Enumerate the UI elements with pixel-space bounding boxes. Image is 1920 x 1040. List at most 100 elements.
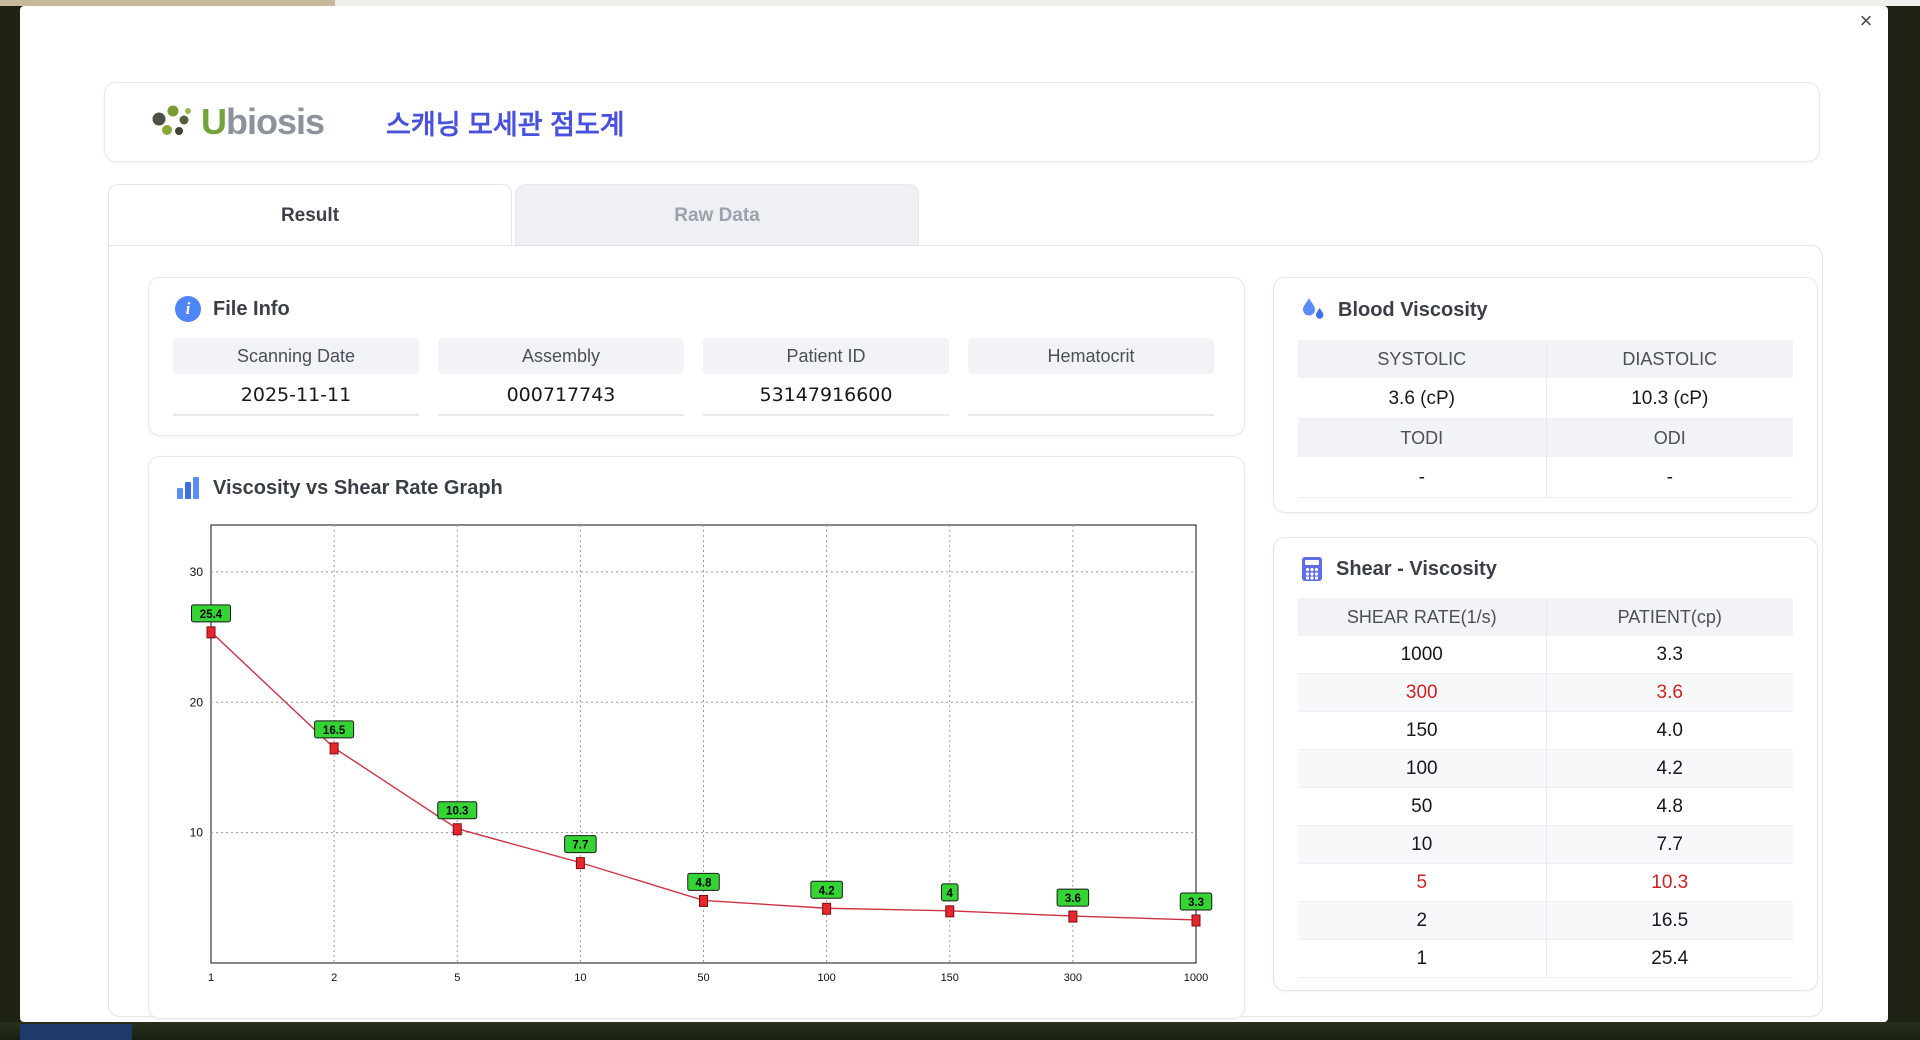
odi-value: - bbox=[1545, 457, 1793, 498]
table-row: 2 16.5 bbox=[1298, 902, 1793, 940]
svg-text:25.4: 25.4 bbox=[200, 609, 223, 621]
table-row: 5 10.3 bbox=[1298, 864, 1793, 902]
brand-text: biosis bbox=[226, 101, 325, 142]
file-info-title: File Info bbox=[213, 297, 290, 320]
patient-cell: 4.2 bbox=[1545, 750, 1793, 788]
systolic-value: 3.6 (cP) bbox=[1298, 378, 1546, 419]
droplet-icon bbox=[1303, 298, 1324, 319]
column-header: TODI bbox=[1298, 419, 1546, 457]
right-column: Blood Viscosity SYSTOLIC DIASTOLIC 3.6 (… bbox=[1273, 277, 1818, 1016]
svg-text:1000: 1000 bbox=[1184, 972, 1208, 984]
app-window: × Ubiosis 스캐닝 모세관 점도계 Result Raw Data i … bbox=[20, 6, 1888, 1022]
field-label: Hematocrit bbox=[968, 338, 1214, 374]
brand-logo: Ubiosis bbox=[149, 101, 325, 143]
table-row: 100 4.2 bbox=[1298, 750, 1793, 788]
desktop-wallpaper bbox=[0, 1022, 1920, 1040]
shear-rate-cell: 50 bbox=[1298, 788, 1546, 826]
table-row: 3.6 (cP) 10.3 (cP) bbox=[1298, 378, 1793, 419]
field-label: Assembly bbox=[438, 338, 684, 374]
patient-cell: 7.7 bbox=[1545, 826, 1793, 864]
svg-text:10.3: 10.3 bbox=[446, 806, 468, 818]
shear-rate-cell: 5 bbox=[1298, 864, 1546, 902]
table-row: 300 3.6 bbox=[1298, 674, 1793, 712]
blood-viscosity-title: Blood Viscosity bbox=[1338, 298, 1488, 321]
shear-rate-cell: 2 bbox=[1298, 902, 1546, 940]
file-info-card: i File Info Scanning Date 2025-11-11 Ass… bbox=[148, 277, 1245, 436]
graph-title: Viscosity vs Shear Rate Graph bbox=[213, 476, 503, 499]
column-header: SYSTOLIC bbox=[1298, 340, 1546, 378]
svg-text:20: 20 bbox=[190, 695, 204, 709]
patient-cell: 10.3 bbox=[1545, 864, 1793, 902]
field-value: 000717743 bbox=[438, 374, 684, 416]
patient-cell: 4.8 bbox=[1545, 788, 1793, 826]
table-row: 50 4.8 bbox=[1298, 788, 1793, 826]
app-header: Ubiosis 스캐닝 모세관 점도계 bbox=[104, 82, 1820, 162]
svg-text:3.6: 3.6 bbox=[1065, 893, 1081, 905]
svg-text:4: 4 bbox=[947, 888, 954, 900]
svg-text:50: 50 bbox=[697, 972, 709, 984]
svg-text:100: 100 bbox=[817, 972, 835, 984]
column-header-shear-rate: SHEAR RATE(1/s) bbox=[1298, 598, 1546, 636]
file-info-fields: Scanning Date 2025-11-11 Assembly 000717… bbox=[173, 338, 1244, 416]
shear-rate-cell: 1000 bbox=[1298, 636, 1546, 674]
table-header-row: SYSTOLIC DIASTOLIC bbox=[1298, 340, 1793, 378]
svg-text:5: 5 bbox=[454, 972, 460, 984]
field-scanning-date: Scanning Date 2025-11-11 bbox=[173, 338, 419, 416]
svg-text:1: 1 bbox=[208, 972, 214, 984]
svg-text:10: 10 bbox=[574, 972, 586, 984]
close-icon[interactable]: × bbox=[1852, 8, 1880, 34]
patient-cell: 3.3 bbox=[1545, 636, 1793, 674]
svg-text:4.2: 4.2 bbox=[819, 885, 835, 897]
table-header-row: TODI ODI bbox=[1298, 419, 1793, 457]
shear-rate-cell: 300 bbox=[1298, 674, 1546, 712]
left-column: i File Info Scanning Date 2025-11-11 Ass… bbox=[148, 277, 1245, 1019]
svg-text:150: 150 bbox=[941, 972, 959, 984]
shear-rate-cell: 100 bbox=[1298, 750, 1546, 788]
column-header-patient: PATIENT(cp) bbox=[1545, 598, 1793, 636]
shear-viscosity-table: SHEAR RATE(1/s) PATIENT(cp) 1000 3.3 300… bbox=[1298, 598, 1793, 978]
viscosity-chart: 10 20 30 1 2 5 10 50 100 150 300 1000 25.4 16.5 10.3 7.… bbox=[190, 524, 1213, 984]
todi-value: - bbox=[1298, 457, 1546, 498]
svg-text:30: 30 bbox=[190, 565, 204, 579]
table-row: 1000 3.3 bbox=[1298, 636, 1793, 674]
graph-card: Viscosity vs Shear Rate Graph 10 20 30 1 2 5 1… bbox=[148, 456, 1245, 1019]
tab-raw-data[interactable]: Raw Data bbox=[515, 184, 919, 245]
field-label: Patient ID bbox=[703, 338, 949, 374]
tab-result[interactable]: Result bbox=[108, 184, 512, 245]
tab-bar: Result Raw Data bbox=[108, 184, 1888, 245]
blood-viscosity-table: SYSTOLIC DIASTOLIC 3.6 (cP) 10.3 (cP) TO… bbox=[1298, 340, 1793, 498]
svg-text:10: 10 bbox=[190, 826, 204, 840]
blood-viscosity-card: Blood Viscosity SYSTOLIC DIASTOLIC 3.6 (… bbox=[1273, 277, 1818, 513]
column-header: DIASTOLIC bbox=[1545, 340, 1793, 378]
table-row: 150 4.0 bbox=[1298, 712, 1793, 750]
patient-cell: 3.6 bbox=[1545, 674, 1793, 712]
patient-cell: 4.0 bbox=[1545, 712, 1793, 750]
field-value: 2025-11-11 bbox=[173, 374, 419, 416]
diastolic-value: 10.3 (cP) bbox=[1545, 378, 1793, 419]
table-header-row: SHEAR RATE(1/s) PATIENT(cp) bbox=[1298, 598, 1793, 636]
table-row: 1 25.4 bbox=[1298, 940, 1793, 978]
brand-text: U bbox=[201, 101, 227, 142]
field-label: Scanning Date bbox=[173, 338, 419, 374]
svg-text:3.3: 3.3 bbox=[1188, 897, 1204, 909]
shear-rate-cell: 1 bbox=[1298, 940, 1546, 978]
field-assembly: Assembly 000717743 bbox=[438, 338, 684, 416]
patient-cell: 25.4 bbox=[1545, 940, 1793, 978]
field-value bbox=[968, 374, 1214, 416]
svg-text:7.7: 7.7 bbox=[572, 840, 588, 852]
shear-rate-cell: 150 bbox=[1298, 712, 1546, 750]
result-panel: i File Info Scanning Date 2025-11-11 Ass… bbox=[108, 245, 1823, 1019]
table-row: 10 7.7 bbox=[1298, 826, 1793, 864]
svg-text:300: 300 bbox=[1064, 972, 1082, 984]
field-value: 53147916600 bbox=[703, 374, 949, 416]
patient-cell: 16.5 bbox=[1545, 902, 1793, 940]
taskbar-fragment bbox=[20, 1024, 132, 1040]
svg-text:4.8: 4.8 bbox=[696, 877, 713, 889]
page-title: 스캐닝 모세관 점도계 bbox=[386, 109, 625, 140]
field-hematocrit: Hematocrit bbox=[968, 338, 1214, 416]
column-header: ODI bbox=[1545, 419, 1793, 457]
table-row: - - bbox=[1298, 457, 1793, 498]
info-icon: i bbox=[175, 296, 201, 322]
leaf-dots-icon bbox=[152, 105, 191, 135]
shear-viscosity-card: Shear - Viscosity SHEAR RATE(1/s) PATIEN… bbox=[1273, 537, 1818, 991]
